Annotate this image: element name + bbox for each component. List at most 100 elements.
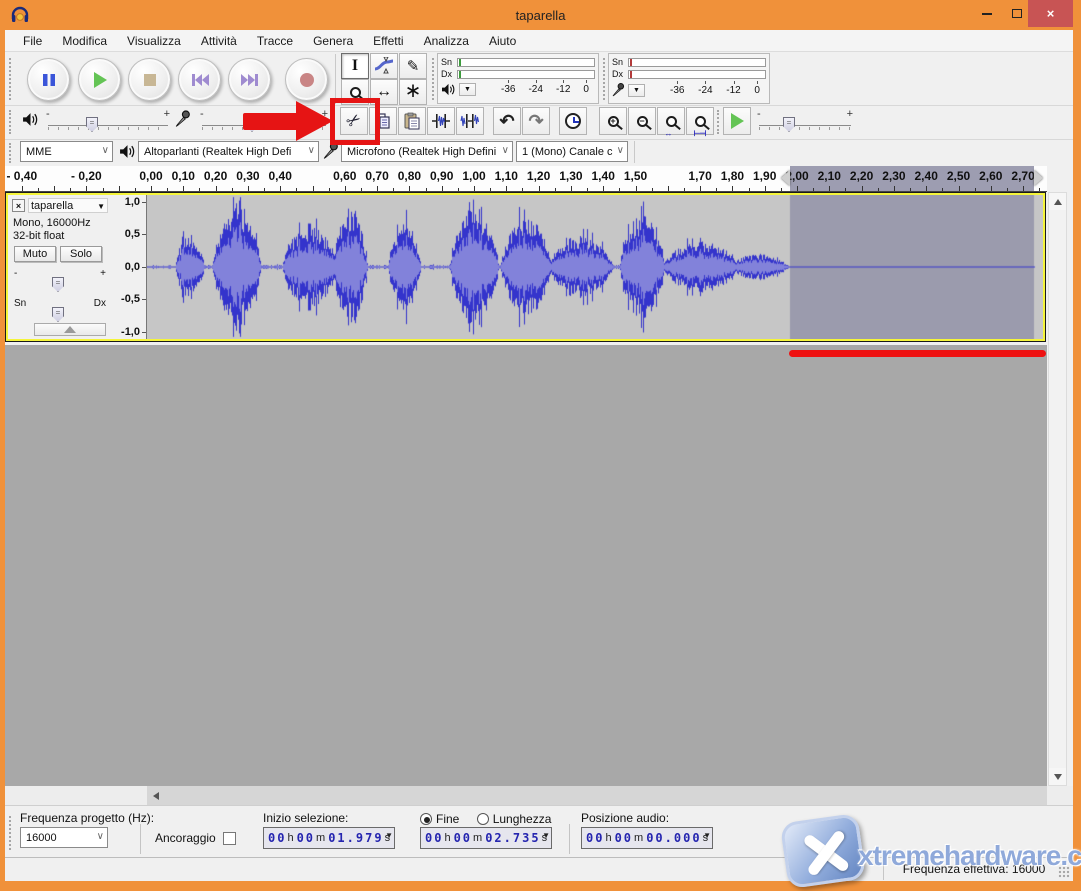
time-digit-group[interactable]: 01.979 <box>328 831 383 845</box>
recording-meter[interactable]: Sn Dx -36-24-120 <box>608 53 770 104</box>
time-digit-group[interactable]: 00.000 <box>646 831 701 845</box>
scroll-left-button[interactable] <box>147 787 164 804</box>
track-pan-slider[interactable]: Sn Dx = <box>14 301 106 323</box>
output-device-select[interactable]: Altoparlanti (Realtek High Defi <box>138 141 319 162</box>
time-digit-group[interactable]: 00 <box>297 831 315 845</box>
menu-item-aiuto[interactable]: Aiuto <box>479 32 526 50</box>
recording-meter-grip[interactable] <box>603 58 607 100</box>
playback-meter[interactable]: Sn Dx -36-24-120 <box>437 53 599 104</box>
close-button[interactable]: × <box>1028 0 1073 27</box>
redo-button[interactable] <box>522 107 550 135</box>
waveform-canvas[interactable] <box>147 195 1043 339</box>
solo-button[interactable]: Solo <box>60 246 102 262</box>
time-digit-group[interactable]: 00 <box>586 831 604 845</box>
chevron-down-icon <box>308 145 315 156</box>
minimize-button[interactable] <box>972 0 1002 27</box>
time-digit-group[interactable]: 00 <box>425 831 443 845</box>
silence-audio-button[interactable] <box>456 107 484 135</box>
selection-start-field[interactable]: 00h00m01.979s <box>263 827 395 849</box>
paste-button[interactable] <box>398 107 426 135</box>
playback-meter-left-bar[interactable] <box>457 58 595 67</box>
vertical-scrollbar[interactable] <box>1048 192 1067 786</box>
zoom-in-button[interactable]: + <box>599 107 627 135</box>
menu-item-genera[interactable]: Genera <box>303 32 363 50</box>
horizontal-scrollbar[interactable] <box>5 786 1047 805</box>
track-name-menu[interactable]: taparella <box>28 198 108 213</box>
time-digit-group[interactable]: 02.735 <box>485 831 540 845</box>
ruler-tick <box>797 186 798 191</box>
ruler-label: 0,40 <box>269 169 292 183</box>
sync-lock-button[interactable] <box>559 107 587 135</box>
record-button[interactable] <box>285 58 328 101</box>
menu-item-effetti[interactable]: Effetti <box>363 32 413 50</box>
stop-button[interactable] <box>128 58 171 101</box>
recording-meter-right-bar[interactable] <box>628 70 766 79</box>
input-device-value: Microfono (Realtek High Defini <box>347 146 496 158</box>
scroll-down-button[interactable] <box>1049 768 1066 785</box>
timefield-dropdown-icon[interactable] <box>385 831 393 840</box>
timefield-dropdown-icon[interactable] <box>542 831 550 840</box>
menu-item-modifica[interactable]: Modifica <box>52 32 117 50</box>
audio-host-select[interactable]: MME <box>20 141 113 162</box>
time-digit-group[interactable]: 00 <box>615 831 633 845</box>
menu-item-visualizza[interactable]: Visualizza <box>117 32 191 50</box>
playback-meter-right-bar[interactable] <box>457 70 595 79</box>
snap-to-checkbox[interactable] <box>223 832 236 845</box>
playback-meter-dropdown[interactable] <box>459 83 476 96</box>
transcription-toolbar-grip[interactable] <box>717 110 721 134</box>
envelope-tool-button[interactable] <box>370 53 398 79</box>
skip-to-end-button[interactable] <box>228 58 271 101</box>
recording-meter-left-bar[interactable] <box>628 58 766 67</box>
track-collapse-button[interactable] <box>34 323 106 336</box>
zoom-out-button[interactable]: − <box>628 107 656 135</box>
pause-button[interactable] <box>27 58 70 101</box>
selection-end-handle[interactable] <box>1034 170 1043 186</box>
track-gain-thumb[interactable]: = <box>52 277 64 292</box>
selection-start-handle[interactable] <box>781 170 790 186</box>
vertical-ruler-tick <box>142 202 146 203</box>
timeline-ruler[interactable]: - 0,40- 0,200,000,100,200,300,400,600,70… <box>5 166 1047 192</box>
skip-to-start-button[interactable] <box>178 58 221 101</box>
selection-tool-button[interactable] <box>341 53 369 79</box>
multi-tool-button[interactable] <box>399 79 427 105</box>
transport-toolbar-grip[interactable] <box>9 58 13 100</box>
time-digit-group[interactable]: 00 <box>268 831 286 845</box>
stop-icon <box>143 73 157 87</box>
fit-selection-button[interactable]: ↔ <box>657 107 685 135</box>
ruler-label: 2,70 <box>1011 169 1034 183</box>
time-digit-group[interactable]: 00 <box>454 831 472 845</box>
radio-length[interactable] <box>477 813 489 825</box>
scroll-up-button[interactable] <box>1049 193 1066 210</box>
input-channels-select[interactable]: 1 (Mono) Canale c <box>516 141 628 162</box>
track-gain-slider[interactable]: - + = <box>14 271 106 293</box>
play-at-speed-button[interactable] <box>723 107 751 135</box>
draw-tool-button[interactable] <box>399 53 427 79</box>
track-close-button[interactable] <box>12 199 25 212</box>
menu-item-attivit[interactable]: Attività <box>191 32 247 50</box>
time-unit-label: m <box>473 832 482 844</box>
timefield-dropdown-icon[interactable] <box>703 831 711 840</box>
trim-audio-button[interactable] <box>427 107 455 135</box>
selection-end-field[interactable]: 00h00m02.735s <box>420 827 552 849</box>
output-volume-slider[interactable]: - + = <box>46 110 170 134</box>
undo-button[interactable] <box>493 107 521 135</box>
play-speed-slider[interactable]: - + = <box>757 110 853 134</box>
fit-project-button[interactable]: ⊢⊣ <box>686 107 714 135</box>
playback-meter-grip[interactable] <box>432 58 436 100</box>
ruler-tick <box>636 186 637 191</box>
play-button[interactable] <box>78 58 121 101</box>
mute-button[interactable]: Muto <box>14 246 56 262</box>
track-pan-thumb[interactable]: = <box>52 307 64 322</box>
ruler-tick <box>426 188 427 191</box>
selection-toolbar-grip[interactable] <box>9 816 13 850</box>
project-rate-select[interactable]: 16000 <box>20 827 108 848</box>
device-toolbar-grip[interactable] <box>9 143 13 163</box>
vertical-ruler[interactable]: 1,00,50,0-0,5-1,0 <box>112 195 147 339</box>
radio-end[interactable] <box>420 813 432 825</box>
mixer-toolbar-grip[interactable] <box>9 110 13 134</box>
menu-item-tracce[interactable]: Tracce <box>247 32 303 50</box>
menu-item-analizza[interactable]: Analizza <box>414 32 479 50</box>
audio-position-field[interactable]: 00h00m00.000s <box>581 827 713 849</box>
menu-item-file[interactable]: File <box>13 32 52 50</box>
recording-meter-dropdown[interactable] <box>628 84 645 97</box>
